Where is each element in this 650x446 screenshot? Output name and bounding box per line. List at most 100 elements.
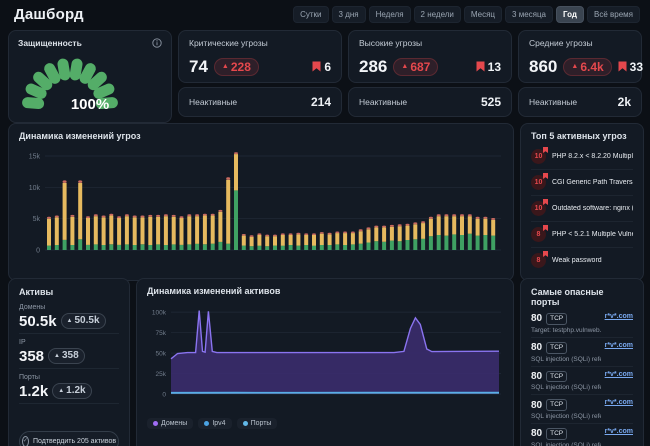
top-threat-item[interactable]: 8 Weak password — [531, 247, 633, 273]
chart-legend: Домены Ipv4 Порты — [147, 418, 503, 429]
target-link[interactable]: r*v*.com — [605, 342, 633, 363]
time-range-button[interactable]: 3 месяца — [505, 6, 553, 23]
threat-count-badge: 8 — [531, 253, 546, 268]
bookmark-icon — [476, 61, 485, 72]
legend-item-домены[interactable]: Домены — [147, 418, 193, 429]
asset-delta-badge: ▲50.5k — [61, 313, 106, 329]
time-range-button[interactable]: 3 дня — [332, 6, 366, 23]
threat-dynamics-chart[interactable]: 05k10k15k — [19, 144, 503, 264]
critical-threats-group: Критические угрозы 74 ▲228 6 Неактивные … — [178, 30, 342, 123]
assets-title: Активы — [19, 287, 119, 297]
time-range-button[interactable]: Всё время — [587, 6, 640, 23]
time-range-button[interactable]: Месяц — [464, 6, 502, 23]
arrow-up-icon: ▲ — [58, 388, 64, 394]
top-threat-item[interactable]: 10Outdated software: nginx (Vuln... — [531, 195, 633, 221]
asset-delta: 50.5k — [75, 315, 100, 327]
asset-dynamics-chart[interactable]: 025k50k75k100k — [147, 298, 503, 410]
top-threat-item[interactable]: 10 PHP 8.2.x < 8.2.20 Multiple Vul... — [531, 144, 633, 169]
svg-text:100k: 100k — [152, 310, 167, 317]
asset-item-ip: IP358▲358 — [19, 334, 119, 369]
top-threats-title: Топ 5 активных угроз — [531, 131, 633, 141]
asset-value: 50.5k — [19, 314, 57, 329]
legend-label: Порты — [251, 420, 272, 427]
asset-label: Порты — [19, 374, 119, 381]
time-range-button[interactable]: Сутки — [293, 6, 328, 23]
protocol-chip: TCP — [546, 428, 567, 440]
legend-dot-icon — [204, 421, 209, 426]
svg-text:25k: 25k — [156, 371, 167, 378]
port-line: 80 TCP — [531, 342, 601, 354]
assets-panel: Активы Домены50.5k▲50.5kIP358▲358 Порты 1.… — [8, 278, 130, 446]
legend-item-ipv4[interactable]: Ipv4 — [198, 418, 231, 429]
asset-value: 1.2k — [19, 384, 48, 399]
arrow-up-icon: ▲ — [222, 63, 229, 70]
threat-count: 10 — [535, 179, 543, 186]
threat-count: 10 — [535, 153, 543, 160]
top-threat-item[interactable]: 10CGI Generic Path Traversal — [531, 169, 633, 195]
threat-label: Weak password — [552, 257, 602, 264]
port-number: 80 — [531, 428, 542, 439]
port-description: Target: testphp.vulnweb.c... — [531, 327, 601, 334]
target-link[interactable]: r*v*.com — [605, 399, 633, 420]
high-threats-card[interactable]: Высокие угрозы 286 ▲687 13 — [348, 30, 512, 83]
asset-delta: 358 — [62, 350, 79, 362]
medium-threats-card[interactable]: Средние угрозы 860 ▲6.4k 33 — [518, 30, 642, 83]
target-link[interactable]: r*v*.com — [605, 313, 633, 334]
confirm-assets-button[interactable]: ✓ Подтвердить 205 активов — [19, 431, 119, 446]
target-link[interactable]: r*v*.com — [605, 428, 633, 446]
flagged-counter: 6 — [312, 60, 331, 74]
time-range-button[interactable]: 2 недели — [414, 6, 461, 23]
critical-threats-card[interactable]: Критические угрозы 74 ▲228 6 — [178, 30, 342, 83]
page-title: Дашборд — [14, 6, 84, 23]
gauge-title: Защищенность — [18, 38, 82, 48]
port-number: 80 — [531, 371, 542, 382]
delta-badge: ▲228 — [214, 58, 259, 76]
top-threat-item[interactable]: 8PHP < 5.2.1 Multiple Vulnerabilit... — [531, 221, 633, 247]
high-threats-group: Высокие угрозы 286 ▲687 13 Неактивные 52… — [348, 30, 512, 123]
threat-label: PHP 8.2.x < 8.2.20 Multiple Vul... — [552, 153, 633, 160]
threat-count-badge: 10 — [531, 149, 546, 164]
threat-count: 74 — [189, 58, 208, 75]
time-range-button[interactable]: Год — [556, 6, 584, 23]
port-row: 80TCPSQL injection (SQLi) refers...r*v*.… — [531, 366, 633, 395]
medium-inactive-card[interactable]: Неактивные 2k — [518, 87, 642, 117]
assets-row: Активы Домены50.5k▲50.5kIP358▲358Порты1.… — [8, 278, 642, 440]
check-circle-icon: ✓ — [22, 436, 29, 446]
critical-inactive-card[interactable]: Неактивные 214 — [178, 87, 342, 117]
svg-text:5k: 5k — [33, 216, 41, 223]
top-threats-list: 10 PHP 8.2.x < 8.2.20 Multiple Vul... 10CG… — [531, 144, 633, 273]
top-bar: Дашборд Сутки3 дняНеделя2 неделиМесяц3 м… — [0, 0, 650, 28]
svg-text:15k: 15k — [29, 154, 41, 161]
threat-count-badge: 10 — [531, 201, 546, 216]
asset-item-порты: Порты 1.2k ▲1.2k — [19, 369, 119, 404]
dashboard: Дашборд Сутки3 дняНеделя2 неделиМесяц3 м… — [0, 0, 650, 446]
arrow-up-icon: ▲ — [401, 63, 408, 70]
arrow-up-icon: ▲ — [54, 353, 60, 359]
threat-count-badge: 8 — [531, 227, 546, 242]
asset-dynamics-panel: Динамика изменений активов 025k50k75k100… — [136, 278, 514, 446]
asset-value-row: 358▲358 — [19, 348, 119, 364]
asset-delta-badge: ▲1.2k — [52, 383, 91, 399]
time-range-button[interactable]: Неделя — [369, 6, 411, 23]
port-info: 80TCPSQL injection (SQLi) refers... — [531, 399, 601, 420]
security-score: 100% — [18, 96, 162, 113]
card-title: Критические угрозы — [189, 38, 331, 48]
port-number: 80 — [531, 342, 542, 353]
port-info: 80TCPSQL injection (SQLi) refers... — [531, 342, 601, 363]
asset-item-домены: Домены50.5k▲50.5k — [19, 299, 119, 334]
flagged-counter: 33 — [618, 60, 643, 74]
port-number: 80 — [531, 313, 542, 324]
threat-dynamics-panel: Динамика изменений угроз 05k10k15k — [8, 123, 514, 281]
high-inactive-card[interactable]: Неактивные 525 — [348, 87, 512, 117]
info-icon[interactable] — [152, 38, 162, 48]
chart-title: Динамика изменений угроз — [19, 131, 503, 141]
target-link[interactable]: r*v*.com — [605, 371, 633, 392]
port-row: 80TCPTarget: testphp.vulnweb.c...r*v*.co… — [531, 309, 633, 337]
protocol-chip: TCP — [546, 342, 567, 354]
threat-count: 8 — [537, 257, 541, 264]
delta-badge: ▲6.4k — [563, 58, 611, 76]
bookmark-icon — [618, 61, 627, 72]
legend-item-порты[interactable]: Порты — [237, 418, 278, 429]
summary-row: Критические угрозы 74 ▲228 6 Неактивные … — [8, 30, 642, 117]
chart-title: Динамика изменений активов — [147, 286, 503, 296]
